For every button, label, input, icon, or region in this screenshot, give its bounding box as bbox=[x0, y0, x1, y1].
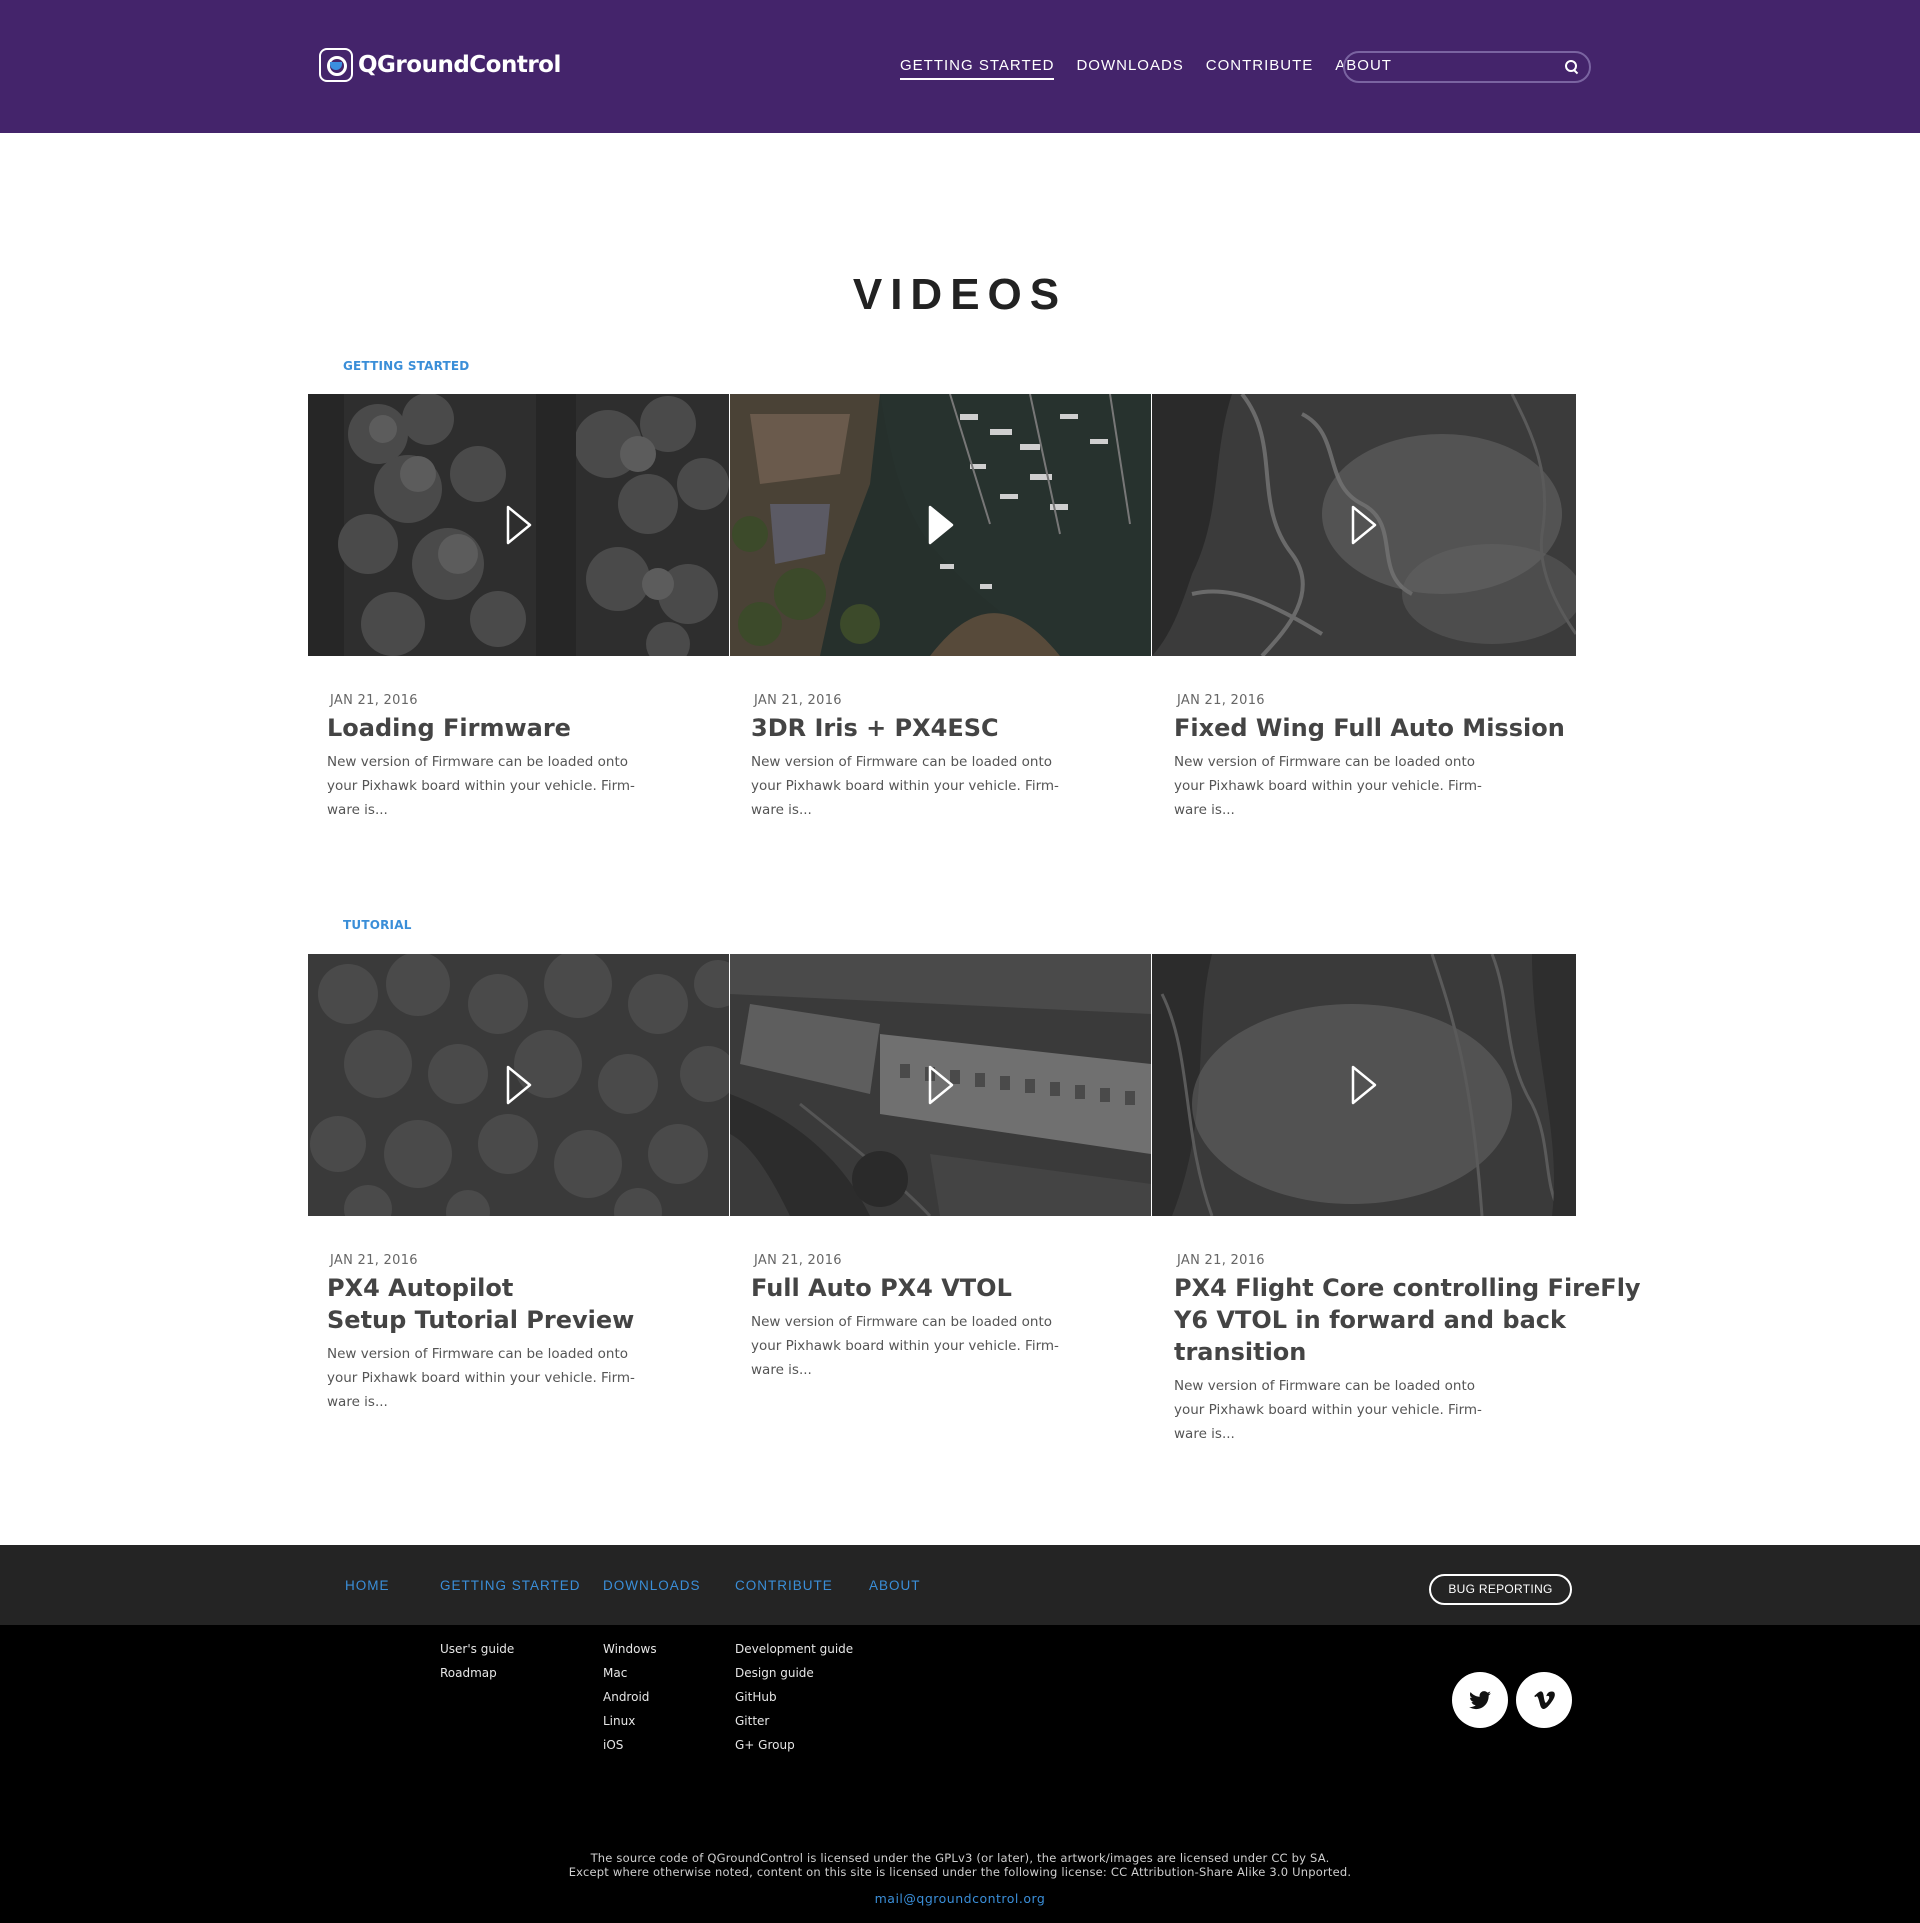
footer-nav-bar bbox=[0, 1545, 1920, 1625]
footer-link[interactable]: Gitter bbox=[735, 1709, 853, 1733]
footer-link[interactable]: Roadmap bbox=[440, 1661, 514, 1685]
video-title[interactable]: PX4 Autopilot Setup Tutorial Preview bbox=[327, 1272, 747, 1336]
contact-email-link[interactable]: mail@qgroundcontrol.org bbox=[0, 1891, 1920, 1906]
site-header: QGroundControl GETTING STARTED DOWNLOADS… bbox=[0, 0, 1920, 133]
video-card-iris-px4esc[interactable]: JAN 21, 2016 3DR Iris + PX4ESC New versi… bbox=[751, 693, 1171, 822]
site-logo[interactable]: QGroundControl bbox=[319, 48, 561, 82]
footer-link[interactable]: Mac bbox=[603, 1661, 657, 1685]
video-description: New version of Firmware can be loaded on… bbox=[1174, 1378, 1482, 1442]
license-line: Except where otherwise noted, content on… bbox=[568, 1865, 1352, 1879]
video-description: New version of Firmware can be loaded on… bbox=[327, 754, 635, 818]
video-thumbnail-fixed-wing[interactable] bbox=[1152, 394, 1576, 656]
footer-links-contribute: Development guide Design guide GitHub Gi… bbox=[735, 1637, 853, 1757]
footer-nav-home[interactable]: HOME bbox=[345, 1578, 390, 1593]
video-thumbnail-flight-core[interactable] bbox=[1152, 954, 1576, 1216]
video-title[interactable]: 3DR Iris + PX4ESC bbox=[751, 712, 1171, 744]
footer-nav-getting-started[interactable]: GETTING STARTED bbox=[440, 1578, 581, 1593]
play-icon[interactable] bbox=[505, 504, 533, 546]
footer-nav-downloads[interactable]: DOWNLOADS bbox=[603, 1578, 701, 1593]
video-title-line: Y6 VTOL in forward and back transition bbox=[1174, 1306, 1566, 1366]
play-icon[interactable] bbox=[1350, 504, 1378, 546]
video-thumbnail-px4-vtol[interactable] bbox=[730, 954, 1151, 1216]
footer-link[interactable]: User's guide bbox=[440, 1637, 514, 1661]
play-icon[interactable] bbox=[1350, 1064, 1378, 1106]
video-grid-getting-started bbox=[308, 394, 1576, 656]
video-description: New version of Firmware can be loaded on… bbox=[1174, 754, 1482, 818]
video-card-flight-core[interactable]: JAN 21, 2016 PX4 Flight Core controlling… bbox=[1174, 1253, 1694, 1446]
vimeo-icon[interactable] bbox=[1516, 1672, 1572, 1728]
play-icon[interactable] bbox=[927, 1064, 955, 1106]
logo-text: QGroundControl bbox=[358, 52, 561, 78]
footer-link[interactable]: Android bbox=[603, 1685, 657, 1709]
qgc-logo-icon bbox=[319, 48, 353, 82]
footer-link[interactable]: GitHub bbox=[735, 1685, 853, 1709]
footer-nav-about[interactable]: ABOUT bbox=[869, 1578, 921, 1593]
main-nav: GETTING STARTED DOWNLOADS CONTRIBUTE ABO… bbox=[900, 57, 1414, 80]
footer-nav-contribute[interactable]: CONTRIBUTE bbox=[735, 1578, 833, 1593]
video-thumbnail-iris-px4esc[interactable] bbox=[730, 394, 1151, 656]
video-card-loading-firmware[interactable]: JAN 21, 2016 Loading Firmware New versio… bbox=[327, 693, 747, 822]
license-text: The source code of QGroundControl is lic… bbox=[0, 1851, 1920, 1879]
video-date: JAN 21, 2016 bbox=[754, 1253, 842, 1268]
section-label-tutorial: TUTORIAL bbox=[343, 918, 412, 932]
video-title[interactable]: Full Auto PX4 VTOL bbox=[751, 1272, 1171, 1304]
nav-contribute[interactable]: CONTRIBUTE bbox=[1206, 57, 1314, 80]
video-title-line: Setup Tutorial Preview bbox=[327, 1306, 635, 1334]
video-grid-tutorial bbox=[308, 954, 1576, 1216]
license-line: The source code of QGroundControl is lic… bbox=[590, 1851, 1330, 1865]
footer-link[interactable]: Windows bbox=[603, 1637, 657, 1661]
footer-links-downloads: Windows Mac Android Linux iOS bbox=[603, 1637, 657, 1757]
play-icon[interactable] bbox=[505, 1064, 533, 1106]
bug-reporting-button[interactable]: BUG REPORTING bbox=[1429, 1574, 1572, 1605]
video-title[interactable]: Fixed Wing Full Auto Mission bbox=[1174, 712, 1594, 744]
video-title-line: PX4 Autopilot bbox=[327, 1274, 514, 1302]
video-title[interactable]: PX4 Flight Core controlling FireFly Y6 V… bbox=[1174, 1272, 1694, 1368]
video-card-px4-vtol[interactable]: JAN 21, 2016 Full Auto PX4 VTOL New vers… bbox=[751, 1253, 1171, 1382]
page-title: VIDEOS bbox=[852, 270, 1068, 319]
footer-link[interactable]: Design guide bbox=[735, 1661, 853, 1685]
video-date: JAN 21, 2016 bbox=[1177, 693, 1265, 708]
video-date: JAN 21, 2016 bbox=[754, 693, 842, 708]
search-input[interactable] bbox=[1345, 53, 1545, 81]
video-date: JAN 21, 2016 bbox=[330, 693, 418, 708]
video-date: JAN 21, 2016 bbox=[330, 1253, 418, 1268]
video-description: New version of Firmware can be loaded on… bbox=[751, 754, 1059, 818]
footer-links-getting-started: User's guide Roadmap bbox=[440, 1637, 514, 1685]
video-card-px4-autopilot[interactable]: JAN 21, 2016 PX4 Autopilot Setup Tutoria… bbox=[327, 1253, 747, 1414]
nav-getting-started[interactable]: GETTING STARTED bbox=[900, 57, 1055, 80]
nav-downloads[interactable]: DOWNLOADS bbox=[1076, 57, 1183, 80]
search-icon[interactable] bbox=[1565, 60, 1579, 74]
footer-link[interactable]: iOS bbox=[603, 1733, 657, 1757]
video-description: New version of Firmware can be loaded on… bbox=[327, 1346, 635, 1410]
video-title[interactable]: Loading Firmware bbox=[327, 712, 747, 744]
footer-link[interactable]: Linux bbox=[603, 1709, 657, 1733]
twitter-icon[interactable] bbox=[1452, 1672, 1508, 1728]
play-icon[interactable] bbox=[927, 504, 955, 546]
section-label-getting-started: GETTING STARTED bbox=[343, 359, 470, 373]
footer-link[interactable]: G+ Group bbox=[735, 1733, 853, 1757]
search-box bbox=[1343, 51, 1591, 83]
video-description: New version of Firmware can be loaded on… bbox=[751, 1314, 1059, 1378]
video-date: JAN 21, 2016 bbox=[1177, 1253, 1265, 1268]
video-thumbnail-loading-firmware[interactable] bbox=[308, 394, 729, 656]
video-title-line: PX4 Flight Core controlling FireFly bbox=[1174, 1274, 1641, 1302]
video-thumbnail-px4-autopilot[interactable] bbox=[308, 954, 729, 1216]
video-card-fixed-wing[interactable]: JAN 21, 2016 Fixed Wing Full Auto Missio… bbox=[1174, 693, 1594, 822]
footer-link[interactable]: Development guide bbox=[735, 1637, 853, 1661]
